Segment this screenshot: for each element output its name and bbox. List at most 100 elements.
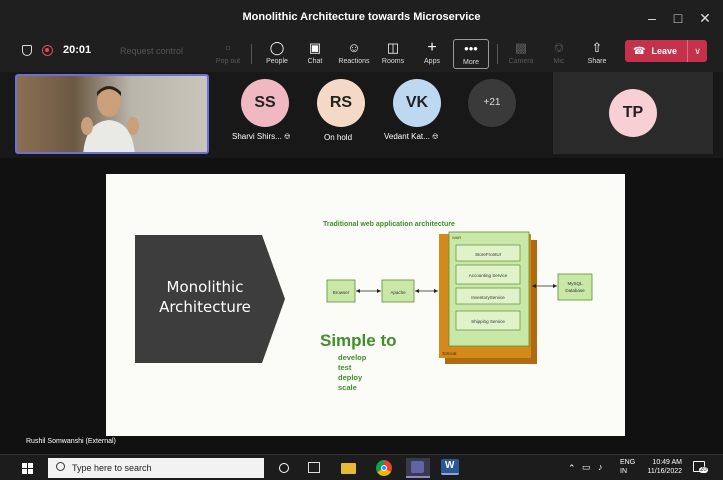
participant-avatar[interactable]: RS	[317, 79, 365, 127]
recording-icon	[42, 44, 53, 56]
notification-center-button[interactable]: 20	[691, 459, 711, 477]
participant-video-figure	[81, 86, 139, 152]
more-icon: •••	[464, 41, 478, 56]
more-participants-button[interactable]: +21	[468, 79, 516, 127]
search-icon	[56, 462, 65, 471]
camera-off-icon: ▩	[514, 40, 528, 55]
service-label: StoreFrontUI	[475, 252, 501, 257]
participant-avatar[interactable]: VK	[393, 79, 441, 127]
reactions-icon: ☺	[347, 40, 361, 55]
more-button[interactable]: ••• More	[453, 39, 489, 69]
war-label: WAR	[452, 235, 461, 240]
language-indicator[interactable]: ENG IN	[620, 459, 635, 475]
mic-button[interactable]: ⎊ Mic	[541, 39, 577, 65]
toolbar-divider	[497, 44, 498, 64]
camera-label: Camera	[508, 58, 534, 65]
mic-label: Mic	[553, 58, 565, 65]
phone-hangup-icon: ☎	[633, 45, 646, 57]
teams-icon[interactable]	[406, 458, 430, 478]
clock-date: 11/16/2022	[647, 468, 682, 475]
bullet-deploy: deploy	[338, 373, 363, 382]
windows-start-icon[interactable]	[22, 463, 33, 474]
tomcat-label: Tomcat	[442, 351, 457, 356]
browser-label: Browser	[333, 290, 350, 295]
mic-muted-icon: ⎊	[284, 132, 291, 141]
maximize-button[interactable]: □	[667, 8, 689, 28]
participant-status: On hold	[324, 133, 353, 142]
network-icon[interactable]: ▭	[582, 462, 591, 473]
slide-graphic: Monolithic Architecture Traditional web …	[135, 221, 593, 392]
share-button[interactable]: ⇧ Share	[579, 39, 615, 65]
share-label: Share	[587, 58, 607, 65]
simple-to-headline: Simple to	[320, 331, 397, 350]
chevron-title-line2: Architecture	[159, 298, 251, 316]
taskbar-search-box[interactable]: Type here to search	[48, 458, 264, 478]
search-placeholder: Type here to search	[72, 463, 152, 473]
chevron-down-icon[interactable]: ∨	[687, 40, 707, 62]
database-label-line1: MySQL	[567, 281, 583, 286]
chrome-icon[interactable]	[376, 460, 392, 476]
database-label-line2: Database	[565, 288, 585, 293]
clock-time: 10:49 AM	[652, 459, 682, 466]
bullet-develop: develop	[338, 353, 367, 362]
service-label: InventoryService	[471, 295, 505, 300]
reactions-button[interactable]: ☺ Reactions	[336, 39, 372, 65]
minimize-button[interactable]: –	[641, 8, 663, 28]
participant-name-text: Sharvi Shirs...	[232, 132, 282, 141]
chevron-title-line1: Monolithic	[167, 278, 244, 296]
title-bar: Monolithic Architecture towards Microser…	[0, 0, 723, 36]
meeting-toolbar: 20:01 Request control ▫ Pop out ◯ People…	[0, 36, 723, 72]
chat-button[interactable]: ▣ Chat	[297, 39, 333, 65]
chat-icon: ▣	[308, 40, 322, 55]
people-button[interactable]: ◯ People	[259, 39, 295, 65]
region-code: IN	[620, 468, 627, 475]
plus-icon: +	[427, 39, 437, 56]
apps-label: Apps	[424, 58, 440, 65]
people-label: People	[266, 58, 288, 65]
reactions-label: Reactions	[338, 58, 370, 65]
participant-avatar: TP	[609, 89, 657, 137]
participant-avatar[interactable]: SS	[241, 79, 289, 127]
meeting-timer: 20:01	[63, 44, 92, 56]
spotlight-tile[interactable]: TP	[553, 72, 713, 154]
rooms-icon: ◫	[386, 40, 400, 55]
participant-name: Sharvi Shirs... ⎊	[232, 132, 290, 142]
shield-icon	[22, 44, 32, 56]
participant-name-text: Vedant Kat...	[384, 132, 430, 141]
rooms-button[interactable]: ◫ Rooms	[375, 39, 411, 65]
presenter-name: Rushil Somwanshi (External)	[26, 438, 116, 445]
self-video-tile[interactable]	[15, 74, 209, 154]
diagram-title: Traditional web application architecture	[323, 221, 455, 228]
notification-count: 20	[699, 467, 708, 473]
request-control-button[interactable]: Request control	[120, 46, 183, 56]
camera-button[interactable]: ▩ Camera	[503, 39, 539, 65]
system-clock[interactable]: 10:49 AM 11/16/2022	[640, 459, 682, 475]
file-explorer-icon[interactable]	[341, 463, 356, 474]
mic-muted-icon: ⎊	[432, 132, 439, 141]
participant-name: Vedant Kat... ⎊	[384, 132, 438, 142]
share-icon: ⇧	[591, 40, 603, 55]
pop-out-icon: ▫	[225, 40, 231, 55]
pop-out-button[interactable]: ▫ Pop out	[210, 39, 246, 65]
meeting-status: 20:01	[22, 44, 91, 56]
more-label: More	[463, 59, 479, 66]
cortana-icon[interactable]	[279, 463, 289, 473]
volume-icon[interactable]: ♪	[598, 462, 603, 472]
close-button[interactable]: ✕	[694, 8, 716, 28]
teams-meeting-window: Monolithic Architecture towards Microser…	[0, 0, 723, 480]
rooms-label: Rooms	[381, 58, 405, 65]
toolbar-divider	[251, 44, 252, 64]
leave-button[interactable]: ☎ Leave ∨	[625, 40, 707, 62]
task-view-icon[interactable]	[308, 462, 320, 473]
window-title: Monolithic Architecture towards Microser…	[242, 11, 481, 23]
chevron-up-icon[interactable]: ⌃	[568, 463, 576, 474]
chat-label: Chat	[307, 58, 323, 65]
apache-label: Apache	[390, 290, 406, 295]
bullet-scale: scale	[338, 383, 357, 392]
pop-out-label: Pop out	[215, 58, 241, 65]
apps-button[interactable]: + Apps	[414, 39, 450, 65]
word-icon[interactable]: W	[441, 459, 459, 475]
database-box	[557, 273, 593, 301]
people-icon: ◯	[269, 40, 285, 55]
language-code: ENG	[620, 459, 636, 466]
